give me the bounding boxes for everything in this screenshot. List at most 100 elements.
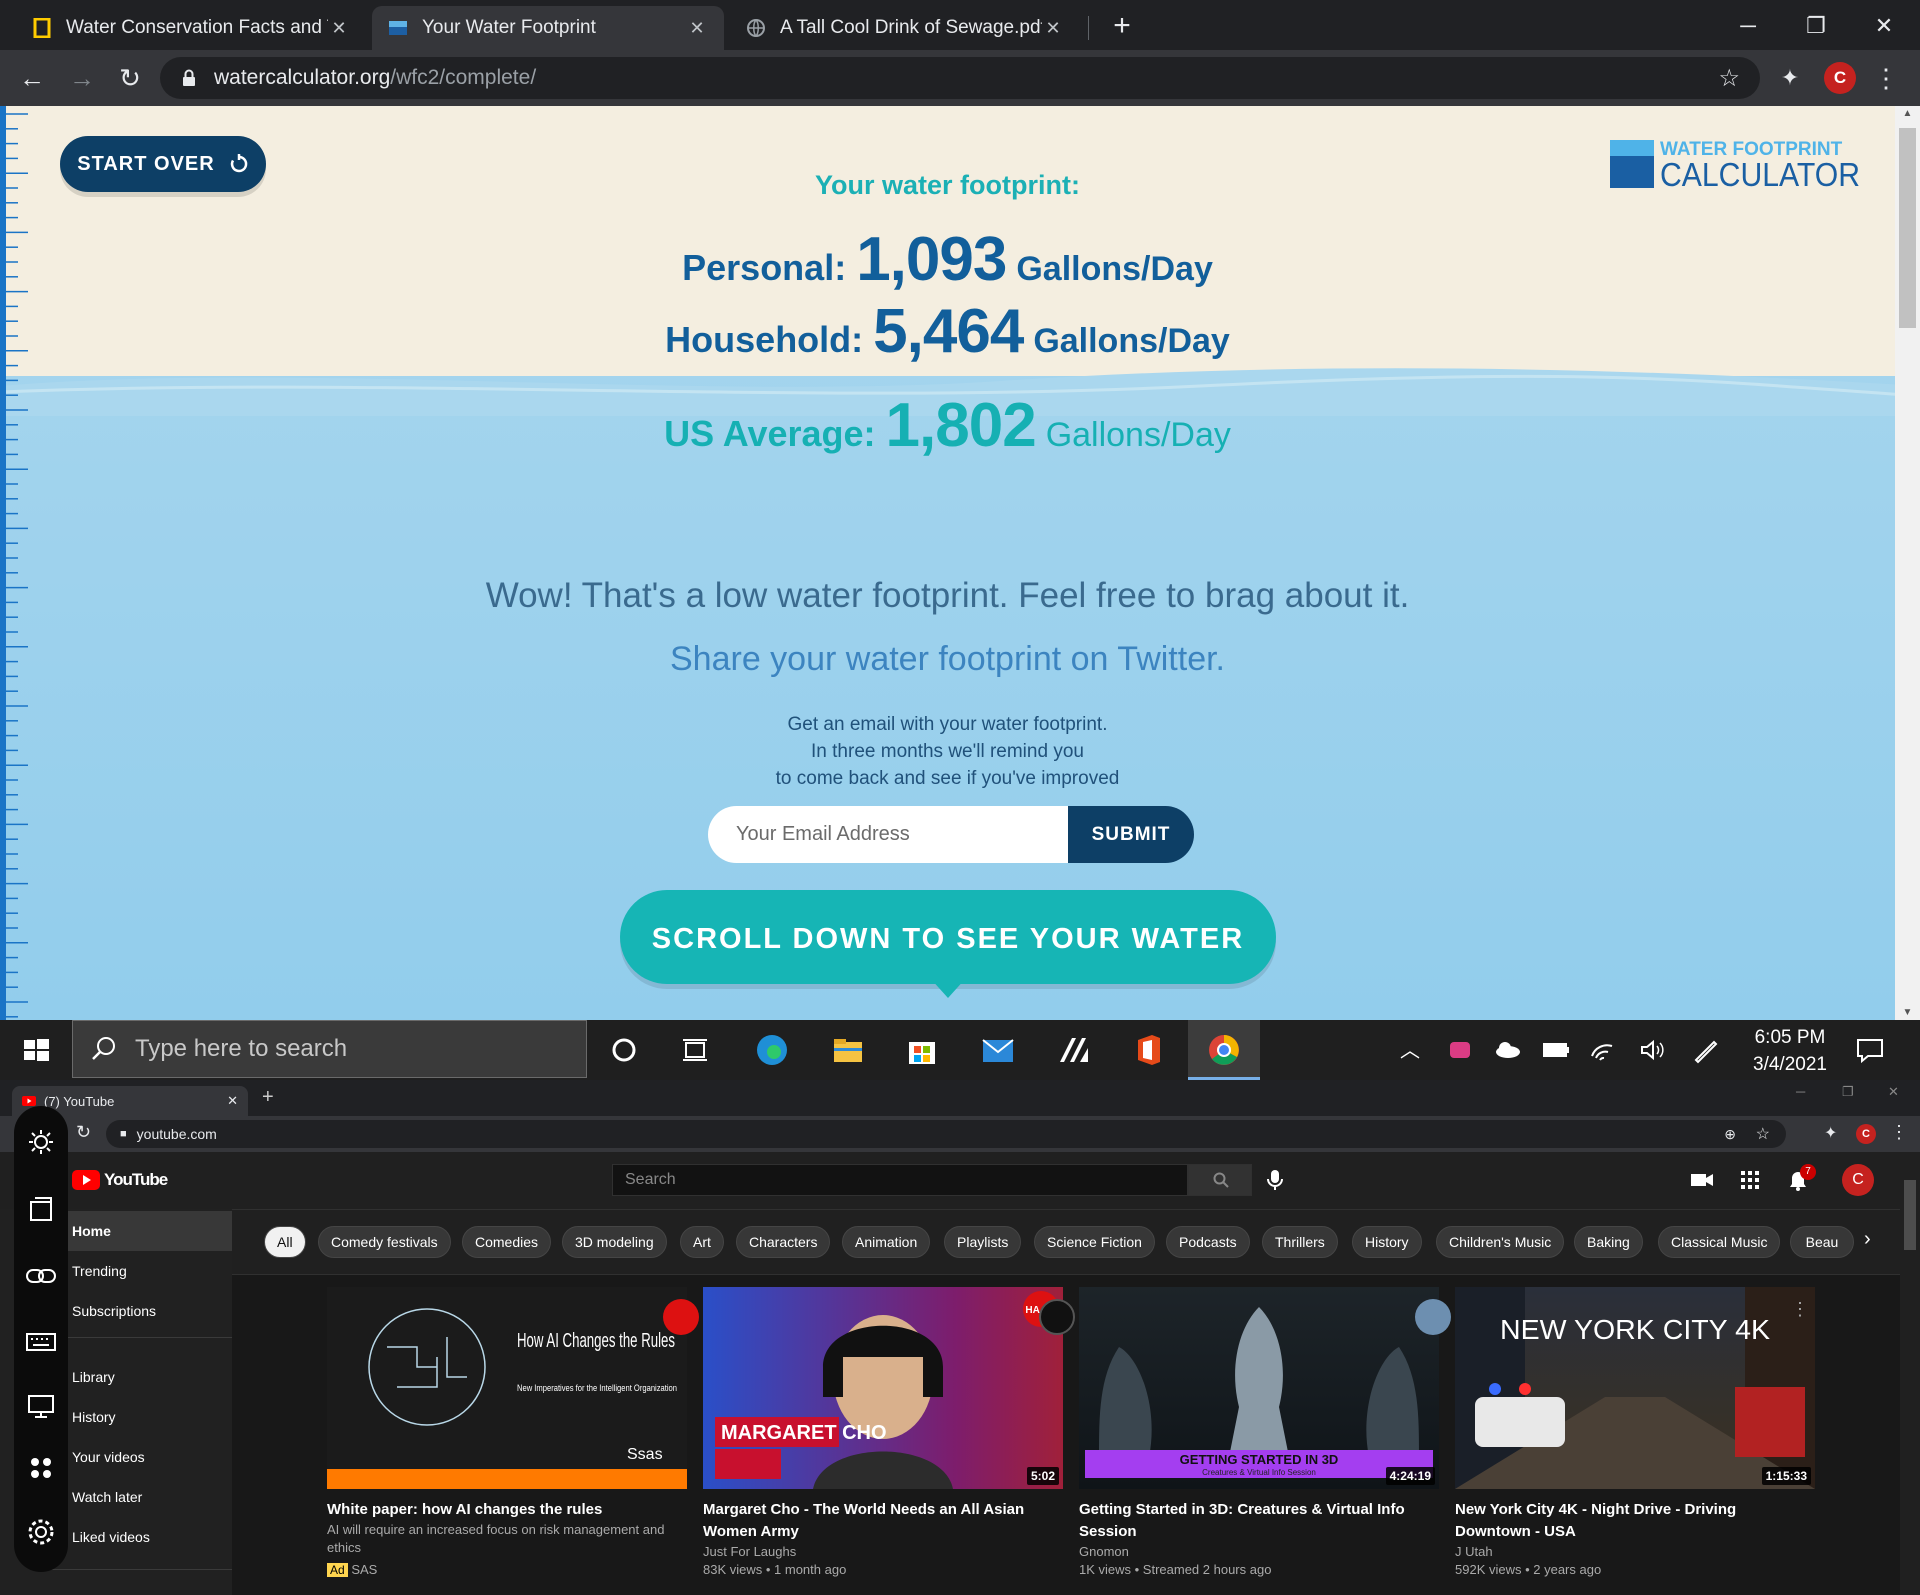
restore-icon[interactable]: ❐: [1842, 1084, 1854, 1100]
video-title[interactable]: White paper: how AI changes the rules: [327, 1499, 687, 1521]
bookmark-star-icon[interactable]: ☆: [1756, 1124, 1770, 1144]
restore-icon[interactable]: ❐: [1794, 6, 1838, 46]
close-tab-icon[interactable]: ✕: [227, 1093, 238, 1109]
minimize-icon[interactable]: ─: [1726, 6, 1770, 46]
edge-browser-icon[interactable]: [752, 1030, 792, 1070]
file-explorer-icon[interactable]: [828, 1030, 868, 1070]
forward-icon[interactable]: →: [62, 58, 102, 98]
sidebar-item-subscriptions[interactable]: Subscriptions: [40, 1291, 232, 1331]
tab-water-conservation[interactable]: Water Conservation Facts and Tip ✕: [16, 6, 366, 50]
sidebar-item-library[interactable]: Library: [40, 1357, 232, 1397]
reload-icon[interactable]: ↻: [110, 58, 150, 98]
sidebar-item-watch-later[interactable]: Watch later: [40, 1477, 232, 1517]
chip-podcasts[interactable]: Podcasts: [1166, 1226, 1250, 1258]
microsoft-store-icon[interactable]: [902, 1030, 942, 1070]
scrollbar-thumb[interactable]: [1904, 1180, 1916, 1250]
system-clock[interactable]: 6:05 PM 3/4/2021: [1745, 1024, 1835, 1078]
chip-classical-music[interactable]: Classical Music: [1658, 1226, 1781, 1258]
wifi-icon[interactable]: [1584, 1030, 1624, 1070]
video-title[interactable]: Getting Started in 3D: Creatures & Virtu…: [1079, 1499, 1439, 1543]
volume-icon[interactable]: [1632, 1030, 1672, 1070]
tab-sewage-pdf[interactable]: A Tall Cool Drink of Sewage.pdf ✕: [730, 6, 1080, 50]
video-thumbnail[interactable]: GETTING STARTED IN 3D Creatures & Virtua…: [1079, 1287, 1439, 1489]
back-icon[interactable]: ←: [12, 58, 52, 98]
channel-name[interactable]: Just For Laughs: [703, 1543, 1063, 1561]
video-thumbnail[interactable]: How AI Changes the Rules New Imperatives…: [327, 1287, 687, 1489]
address-bar[interactable]: ■ youtube.com ⊕ ☆: [106, 1120, 1786, 1148]
video-card[interactable]: How AI Changes the Rules New Imperatives…: [327, 1287, 687, 1579]
sidebar-item-home[interactable]: Home: [40, 1211, 232, 1251]
close-tab-icon[interactable]: ✕: [1042, 18, 1064, 39]
chip-beauty[interactable]: Beau: [1790, 1226, 1854, 1258]
sidebar-item-history[interactable]: History: [40, 1397, 232, 1437]
tab-your-water-footprint[interactable]: Your Water Footprint ✕: [372, 6, 724, 50]
video-thumbnail[interactable]: MARGARET CHO HA HA 5:02: [703, 1287, 1063, 1489]
video-thumbnail[interactable]: NEW YORK CITY 4K 1:15:33: [1455, 1287, 1815, 1489]
channel-avatar[interactable]: [1039, 1299, 1075, 1335]
scroll-up-icon[interactable]: ▲: [1895, 108, 1920, 119]
scrollbar-thumb[interactable]: [1899, 128, 1916, 328]
chip-animation[interactable]: Animation: [842, 1226, 931, 1258]
video-card[interactable]: NEW YORK CITY 4K 1:15:33 New York City 4…: [1415, 1287, 1815, 1579]
task-view-icon[interactable]: [676, 1030, 716, 1070]
chips-next-icon[interactable]: ›: [1864, 1228, 1871, 1251]
profile-avatar[interactable]: C: [1824, 62, 1856, 94]
chip-comedies[interactable]: Comedies: [462, 1226, 552, 1258]
youtube-profile-avatar[interactable]: C: [1842, 1164, 1874, 1196]
install-app-icon[interactable]: ⊕: [1724, 1126, 1736, 1143]
close-window-icon[interactable]: ✕: [1862, 6, 1906, 46]
sidebar-item-trending[interactable]: Trending: [40, 1251, 232, 1291]
keyboard-icon[interactable]: [25, 1328, 57, 1356]
youtube-search-button[interactable]: [1188, 1164, 1252, 1196]
menu-kebab-icon[interactable]: ⋮: [1866, 58, 1906, 98]
close-tab-icon[interactable]: ✕: [686, 18, 708, 39]
close-tab-icon[interactable]: ✕: [328, 18, 350, 39]
scroll-down-icon[interactable]: ▼: [1895, 1007, 1920, 1018]
profile-avatar[interactable]: C: [1856, 1124, 1876, 1144]
menu-kebab-icon[interactable]: ⋮: [1890, 1122, 1908, 1143]
chip-thrillers[interactable]: Thrillers: [1262, 1226, 1338, 1258]
app-ai-icon[interactable]: [1054, 1030, 1094, 1070]
brightness-icon[interactable]: [27, 1128, 55, 1156]
link-icon[interactable]: [25, 1262, 57, 1290]
sidebar-item-your-videos[interactable]: Your videos: [40, 1437, 232, 1477]
reload-icon[interactable]: ↻: [76, 1122, 91, 1143]
creative-cloud-icon[interactable]: [1440, 1030, 1480, 1070]
address-bar[interactable]: watercalculator.org/wfc2/complete/ ☆: [160, 57, 1760, 99]
windows-start-icon[interactable]: [16, 1030, 56, 1070]
video-title[interactable]: Margaret Cho - The World Needs an All As…: [703, 1499, 1063, 1543]
chip-art[interactable]: Art: [680, 1226, 724, 1258]
email-input[interactable]: [708, 806, 1068, 863]
chip-3d-modeling[interactable]: 3D modeling: [562, 1226, 667, 1258]
channel-name[interactable]: Gnomon: [1079, 1543, 1439, 1561]
settings-gear-icon[interactable]: [27, 1518, 55, 1546]
chip-childrens-music[interactable]: Children's Music: [1436, 1226, 1565, 1258]
extensions-icon[interactable]: ✦: [1770, 58, 1810, 98]
bookmark-star-icon[interactable]: ☆: [1718, 64, 1740, 93]
office-icon[interactable]: [1128, 1030, 1168, 1070]
video-title[interactable]: New York City 4K - Night Drive - Driving…: [1455, 1499, 1815, 1543]
minimize-icon[interactable]: ─: [1796, 1084, 1805, 1099]
channel-name[interactable]: J Utah: [1455, 1543, 1815, 1561]
chip-science-fiction[interactable]: Science Fiction: [1034, 1226, 1155, 1258]
apps-dots-icon[interactable]: [27, 1454, 55, 1482]
share-twitter-link[interactable]: Share your water footprint on Twitter.: [0, 640, 1895, 679]
apps-grid-icon[interactable]: [1740, 1170, 1760, 1190]
channel-avatar[interactable]: [1415, 1299, 1451, 1335]
channel-name[interactable]: SAS: [351, 1562, 377, 1577]
screen-capture-icon[interactable]: [27, 1196, 55, 1224]
chip-comedy-festivals[interactable]: Comedy festivals: [318, 1226, 451, 1258]
chip-all[interactable]: All: [264, 1226, 306, 1258]
youtube-search-input[interactable]: Search: [612, 1164, 1188, 1196]
notification-center-icon[interactable]: [1850, 1030, 1890, 1070]
chrome-taskbar-active[interactable]: [1188, 1020, 1260, 1080]
taskbar-search-box[interactable]: Type here to search: [72, 1020, 587, 1078]
mail-icon[interactable]: [978, 1030, 1018, 1070]
onedrive-icon[interactable]: [1488, 1030, 1528, 1070]
chip-playlists[interactable]: Playlists: [944, 1226, 1022, 1258]
extensions-icon[interactable]: ✦: [1824, 1123, 1837, 1143]
submit-button[interactable]: SUBMIT: [1068, 806, 1194, 863]
create-video-icon[interactable]: [1690, 1170, 1714, 1190]
desktop-icon[interactable]: [25, 1392, 57, 1420]
new-tab-button[interactable]: +: [1100, 6, 1144, 46]
